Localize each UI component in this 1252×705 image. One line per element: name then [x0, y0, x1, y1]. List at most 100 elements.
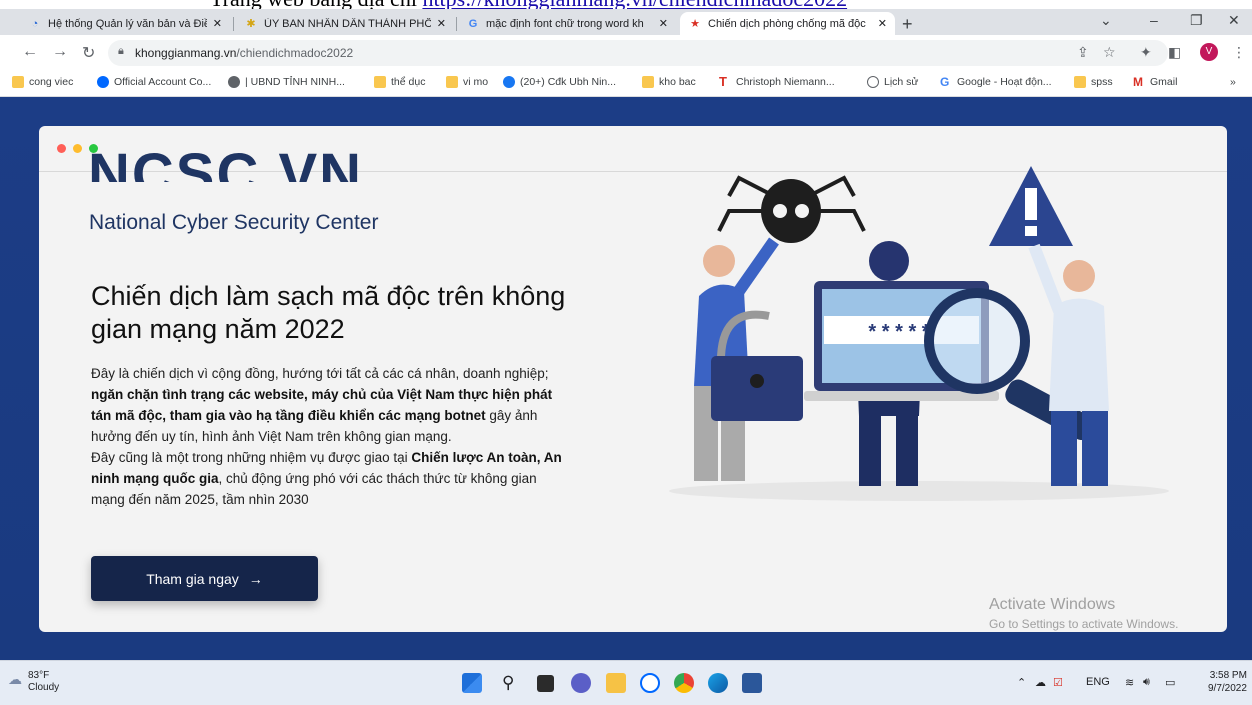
tab-search-chevron-icon[interactable]: ⌄	[1100, 12, 1112, 29]
cta-label: Tham gia ngay	[146, 570, 239, 587]
windows-taskbar: ☁ 83°F Cloudy ⚲ ⌃ ☁ ☑ ENG ≋ 🔊︎ ▭ 3:58 PM…	[0, 660, 1252, 705]
side-panel-icon[interactable]: ◧	[1168, 44, 1181, 61]
folder-icon	[12, 76, 24, 88]
padlock-icon	[711, 310, 803, 421]
bookmark-ubnd[interactable]: | UBND TỈNH NINH...	[228, 76, 345, 88]
bookmark-the-duc[interactable]: thể dục	[374, 76, 425, 88]
tab-strip: ◔ Hệ thống Quản lý văn bản và Điề ✕ ✱ ỦY…	[0, 9, 1252, 35]
google-icon: G	[940, 75, 950, 89]
bookmark-gmail[interactable]: M Gmail	[1133, 76, 1177, 88]
address-bar[interactable]: 🔒︎ khonggianmang.vn/chiendichmadoc2022	[108, 40, 1168, 66]
bookmark-kho-bac[interactable]: kho bac	[642, 76, 696, 88]
file-explorer-icon[interactable]	[606, 673, 626, 693]
join-now-button[interactable]: Tham gia ngay →	[91, 556, 318, 601]
forward-button[interactable]: →	[52, 43, 68, 61]
page-content: NCSC VN National Cyber Security Center C…	[0, 97, 1252, 660]
bookmark-spss[interactable]: spss	[1074, 76, 1113, 88]
yellow-dot	[73, 144, 82, 153]
emblem-icon: ✱	[246, 18, 256, 30]
gmail-icon: M	[1133, 75, 1143, 89]
close-window-button[interactable]: ✕	[1228, 12, 1240, 29]
profile-avatar[interactable]: V	[1200, 43, 1218, 61]
tab-label: Hệ thống Quản lý văn bản và Điề	[48, 17, 207, 30]
activate-windows-watermark: Activate Windows Go to Settings to activ…	[989, 596, 1179, 631]
chat-icon[interactable]	[571, 673, 591, 693]
url-host: khonggianmang.vn	[135, 46, 237, 60]
globe-icon	[228, 76, 240, 88]
task-view-icon[interactable]	[537, 675, 554, 692]
document-system-icon: ◔	[31, 17, 39, 30]
bookmarks-bar: cong viec Official Account Co... | UBND …	[0, 71, 1252, 97]
address-toolbar: ← → ↻ 🔒︎ khonggianmang.vn/chiendichmadoc…	[0, 35, 1252, 71]
close-icon[interactable]: ✕	[659, 17, 668, 30]
language-indicator[interactable]: ENG	[1086, 676, 1110, 688]
logo-subtitle: National Cyber Security Center	[89, 211, 379, 234]
tab-label: ỦY BAN NHÂN DÂN THÀNH PHỐ	[264, 17, 431, 30]
close-icon[interactable]: ✕	[437, 17, 446, 30]
bookmark-cong-viec[interactable]: cong viec	[12, 76, 73, 88]
facebook-icon	[503, 76, 515, 88]
reload-button[interactable]: ↻	[82, 43, 95, 63]
page-title: Chiến dịch làm sạch mã độc trên không gi…	[91, 281, 566, 344]
antivirus-icon[interactable]: ☑	[1053, 676, 1063, 689]
bookmark-christoph[interactable]: T Christoph Niemann...	[719, 74, 835, 89]
star-flag-icon: ★	[690, 18, 700, 30]
edge-icon[interactable]	[708, 673, 728, 693]
t-icon: T	[719, 74, 727, 89]
person-right	[1028, 243, 1109, 486]
restore-button[interactable]: ❐	[1190, 12, 1203, 29]
zalo-app-icon[interactable]	[640, 673, 660, 693]
tab-document-system[interactable]: ◔ Hệ thống Quản lý văn bản và Điề ✕	[20, 12, 230, 35]
history-icon	[867, 76, 879, 88]
bookmark-lich-su[interactable]: Lịch sử	[867, 76, 918, 88]
tab-label: Chiến dịch phòng chống mã độc	[708, 17, 866, 30]
cyber-security-illustration: * * * * *	[669, 166, 1169, 501]
tab-ubnd[interactable]: ✱ ỦY BAN NHÂN DÂN THÀNH PHỐ ✕	[236, 12, 454, 35]
cloud-icon: ☁	[8, 671, 22, 687]
folder-icon	[1074, 76, 1086, 88]
bookmark-facebook[interactable]: (20+) Cđk Ubh Nin...	[503, 76, 616, 88]
hero-card: NCSC VN National Cyber Security Center C…	[39, 126, 1227, 632]
red-dot	[57, 144, 66, 153]
tab-campaign[interactable]: ★ Chiến dịch phòng chống mã độc ✕	[680, 12, 895, 35]
bookmark-google-activity[interactable]: G Google - Hoạt độn...	[940, 76, 1052, 88]
chrome-icon[interactable]	[674, 673, 694, 693]
cloud-sync-icon[interactable]: ☁	[1035, 676, 1046, 689]
bookmark-star-icon[interactable]: ☆	[1103, 44, 1116, 61]
bookmark-official-account[interactable]: Official Account Co...	[97, 76, 211, 88]
minimize-button[interactable]: –	[1150, 12, 1158, 28]
tab-label: mặc định font chữ trong word kh	[486, 17, 644, 30]
menu-icon[interactable]: ⋮	[1232, 44, 1246, 61]
new-tab-button[interactable]: +	[902, 14, 913, 35]
url-path: /chiendichmadoc2022	[236, 46, 354, 60]
folder-icon	[642, 76, 654, 88]
close-icon[interactable]: ✕	[878, 17, 887, 30]
search-icon[interactable]: ⚲	[502, 673, 522, 693]
arrow-right-icon: →	[248, 570, 263, 587]
clock[interactable]: 3:58 PM 9/7/2022	[1208, 669, 1247, 695]
word-icon[interactable]	[742, 673, 762, 693]
google-icon: G	[468, 17, 478, 30]
battery-icon[interactable]: ▭	[1165, 676, 1175, 689]
wifi-icon[interactable]: ≋	[1125, 676, 1134, 689]
warning-sign-icon	[989, 166, 1073, 246]
volume-icon[interactable]: 🔊︎	[1143, 676, 1150, 689]
lock-icon[interactable]: 🔒︎	[118, 45, 124, 58]
ncsc-logo: NCSC VN	[88, 146, 364, 182]
description: Đây là chiến dịch vì cộng đồng, hướng tớ…	[91, 366, 562, 507]
tray-overflow-icon[interactable]: ⌃	[1017, 676, 1026, 689]
extensions-icon[interactable]: ✦	[1140, 44, 1152, 61]
weather-widget[interactable]: 83°F Cloudy	[28, 670, 59, 694]
back-button[interactable]: ←	[22, 43, 38, 61]
bookmark-vi-mo[interactable]: vi mo	[446, 76, 488, 88]
close-icon[interactable]: ✕	[213, 17, 222, 30]
start-icon[interactable]	[462, 673, 482, 693]
password-mask: * * * * *	[868, 321, 929, 343]
spider-skull-icon	[717, 175, 866, 243]
folder-icon	[374, 76, 386, 88]
zalo-icon	[97, 76, 109, 88]
tab-google-search[interactable]: G mặc định font chữ trong word kh ✕	[458, 12, 676, 35]
share-icon[interactable]: ⇪	[1077, 44, 1089, 61]
more-bookmarks-button[interactable]: »	[1230, 76, 1236, 88]
folder-icon	[446, 76, 458, 88]
